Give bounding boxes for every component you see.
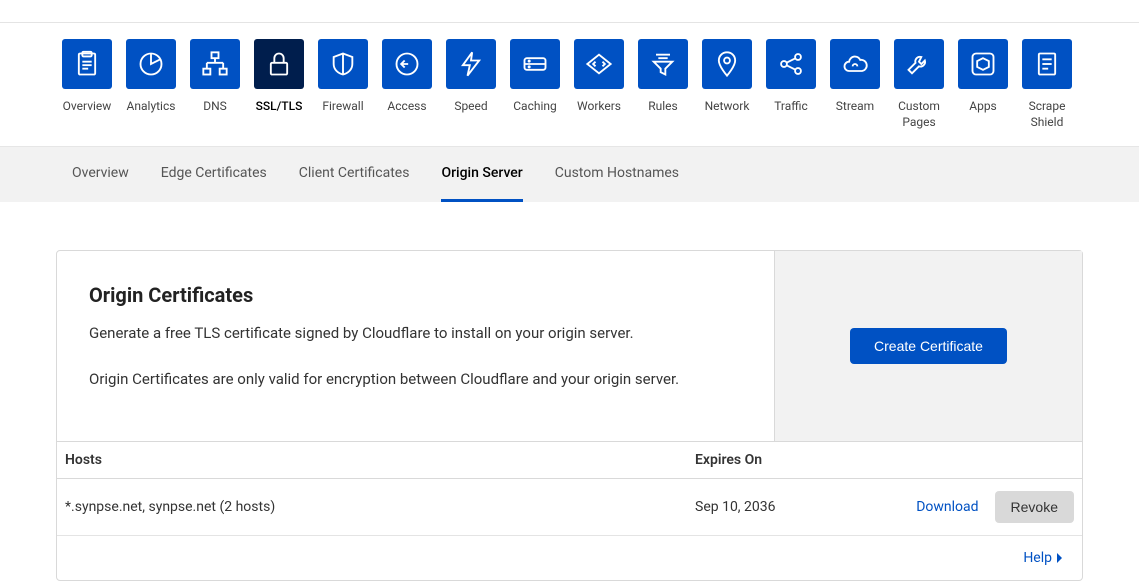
share-icon [766,39,816,89]
nav-label: Analytics [127,99,176,115]
help-row: Help [57,536,1082,580]
nav-item-traffic[interactable]: Traffic [766,39,816,130]
tab-client-certificates[interactable]: Client Certificates [299,147,410,202]
lock-icon [254,39,304,89]
tab-origin-server[interactable]: Origin Server [441,147,522,202]
pin-icon [702,39,752,89]
nav-item-firewall[interactable]: Firewall [318,39,368,130]
help-link[interactable]: Help [1023,550,1064,566]
th-hosts: Hosts [65,452,695,468]
nav-label: Apps [969,99,997,115]
main-icon-nav: Overview Analytics DNS SSL/TLS Firewall Acces… [0,23,1139,146]
cell-actions: Download Revoke [916,491,1074,523]
cell-expires: Sep 10, 2036 [695,499,916,515]
nav-label: Rules [648,99,677,115]
top-divider [0,0,1139,23]
nav-item-speed[interactable]: Speed [446,39,496,130]
pie-icon [126,39,176,89]
nav-item-rules[interactable]: Rules [638,39,688,130]
cloud-icon [830,39,880,89]
nav-label: Workers [577,99,621,115]
nav-item-network[interactable]: Network [702,39,752,130]
create-certificate-button[interactable]: Create Certificate [850,328,1007,364]
nav-item-stream[interactable]: Stream [830,39,880,130]
help-label: Help [1023,550,1052,566]
doc-icon [1022,39,1072,89]
card-top: Origin Certificates Generate a free TLS … [57,251,1082,441]
nav-label: Stream [836,99,874,115]
sitemap-icon [190,39,240,89]
shield-icon [318,39,368,89]
tab-overview[interactable]: Overview [72,147,129,202]
portal-icon [382,39,432,89]
card-description-area: Origin Certificates Generate a free TLS … [57,251,774,441]
chevron-right-icon [1056,552,1064,564]
tab-custom-hostnames[interactable]: Custom Hostnames [555,147,679,202]
tab-edge-certificates[interactable]: Edge Certificates [161,147,267,202]
wrench-icon [894,39,944,89]
nav-item-custompages[interactable]: Custom Pages [894,39,944,130]
nav-item-overview[interactable]: Overview [62,39,112,130]
card-title: Origin Certificates [89,283,742,307]
nav-item-workers[interactable]: Workers [574,39,624,130]
nav-item-access[interactable]: Access [382,39,432,130]
nav-label: Scrape Shield [1029,99,1066,130]
nav-label: Network [705,99,750,115]
table-row: *.synpse.net, synpse.net (2 hosts)Sep 10… [57,479,1082,536]
nav-label: DNS [203,99,227,115]
drive-icon [510,39,560,89]
nav-label: Overview [63,99,112,115]
clipboard-icon [62,39,112,89]
code-icon [574,39,624,89]
table-header-row: Hosts Expires On [57,441,1082,479]
download-link[interactable]: Download [916,499,978,515]
subtabs: Overview Edge Certificates Client Certific… [0,146,1139,202]
card-action-panel: Create Certificate [774,251,1082,441]
nav-label: SSL/TLS [256,99,303,115]
cell-hosts: *.synpse.net, synpse.net (2 hosts) [65,499,695,515]
nav-label: Traffic [774,99,808,115]
revoke-button[interactable]: Revoke [995,491,1074,523]
nav-item-analytics[interactable]: Analytics [126,39,176,130]
nav-label: Access [387,99,426,115]
nav-label: Firewall [322,99,363,115]
card-desc-2: Origin Certificates are only valid for e… [89,367,742,391]
nav-label: Caching [513,99,557,115]
nav-item-apps[interactable]: Apps [958,39,1008,130]
nav-item-caching[interactable]: Caching [510,39,560,130]
th-expires: Expires On [695,452,1074,468]
nav-label: Custom Pages [898,99,940,130]
nav-item-ssltls[interactable]: SSL/TLS [254,39,304,130]
nav-item-dns[interactable]: DNS [190,39,240,130]
nav-label: Speed [454,99,487,115]
card-desc-1: Generate a free TLS certificate signed b… [89,321,742,345]
bolt-icon [446,39,496,89]
origin-cert-card: Origin Certificates Generate a free TLS … [56,250,1083,581]
hex-icon [958,39,1008,89]
nav-item-scrapeshield[interactable]: Scrape Shield [1022,39,1072,130]
funnel-icon [638,39,688,89]
